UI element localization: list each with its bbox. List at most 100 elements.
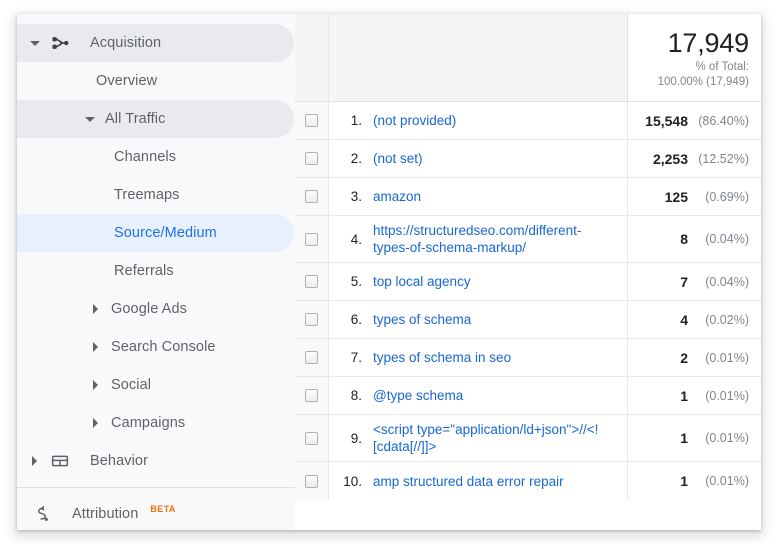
row-dimension-label: (not provided) [373, 112, 456, 129]
total-percent-line2: 100.00% (17,949) [658, 75, 749, 90]
row-index: 7. [329, 339, 371, 376]
row-checkbox-cell [295, 415, 329, 461]
row-metric-value: 4 [680, 312, 688, 328]
row-checkbox-cell [295, 178, 329, 215]
row-metric-percent: (0.04%) [695, 275, 749, 289]
table-row: 9.<script type="application/ld+json">//<… [295, 415, 761, 462]
row-checkbox[interactable] [305, 313, 318, 326]
chevron-down-icon[interactable] [85, 114, 95, 124]
row-index: 2. [329, 140, 371, 177]
row-dimension-link[interactable]: (not set) [371, 140, 627, 177]
row-dimension-link[interactable]: amp structured data error repair [371, 462, 627, 500]
row-dimension-label: types of schema in seo [373, 349, 511, 366]
row-metric-cell: 1(0.01%) [627, 415, 761, 461]
sidebar-item-behavior[interactable]: Behavior [17, 442, 294, 480]
sidebar-item-treemaps[interactable]: Treemaps [17, 176, 294, 214]
sidebar-divider [17, 487, 295, 488]
row-dimension-label: top local agency [373, 273, 471, 290]
row-dimension-link[interactable]: @type schema [371, 377, 627, 414]
row-checkbox-cell [295, 462, 329, 500]
sidebar-item-label: Referrals [114, 263, 174, 279]
row-checkbox[interactable] [305, 114, 318, 127]
row-checkbox[interactable] [305, 275, 318, 288]
table-row: 6.types of schema4(0.02%) [295, 301, 761, 339]
row-metric-percent: (0.69%) [695, 190, 749, 204]
total-percent-line1: % of Total: [658, 60, 749, 75]
sidebar: Acquisition Overview All Traffic Channels Tr… [17, 14, 295, 530]
sidebar-item-campaigns[interactable]: Campaigns [17, 404, 294, 442]
row-metric-value: 8 [680, 231, 688, 247]
sidebar-item-label: Google Ads [111, 301, 187, 317]
row-index: 10. [329, 462, 371, 500]
table-header-row: 17,949 % of Total: 100.00% (17,949) [295, 14, 761, 102]
chevron-right-icon[interactable] [91, 418, 101, 428]
chevron-right-icon[interactable] [91, 380, 101, 390]
row-checkbox[interactable] [305, 475, 318, 488]
chevron-right-icon[interactable] [30, 456, 40, 466]
row-metric-value: 15,548 [645, 113, 688, 129]
row-checkbox[interactable] [305, 432, 318, 445]
sidebar-item-social[interactable]: Social [17, 366, 294, 404]
sidebar-item-acquisition[interactable]: Acquisition [17, 24, 294, 62]
sidebar-item-search-console[interactable]: Search Console [17, 328, 294, 366]
header-dimension-cell [329, 14, 627, 101]
row-dimension-label: types of schema [373, 311, 471, 328]
row-dimension-link[interactable]: types of schema in seo [371, 339, 627, 376]
sidebar-item-label: Overview [96, 73, 157, 89]
row-checkbox-cell [295, 301, 329, 338]
sidebar-item-attribution[interactable]: AttributionBETA [17, 495, 294, 530]
table-body: 1.(not provided)15,548(86.40%)2.(not set… [295, 102, 761, 500]
row-checkbox[interactable] [305, 351, 318, 364]
row-metric-value: 125 [665, 189, 688, 205]
row-metric-cell: 4(0.02%) [627, 301, 761, 338]
sidebar-item-all-traffic[interactable]: All Traffic [17, 100, 294, 138]
row-metric-percent: (0.01%) [695, 431, 749, 445]
row-metric-percent: (0.04%) [695, 232, 749, 246]
row-checkbox-cell [295, 263, 329, 300]
sidebar-item-label: Treemaps [114, 187, 180, 203]
row-metric-value: 1 [680, 388, 688, 404]
row-checkbox-cell [295, 140, 329, 177]
row-dimension-link[interactable]: (not provided) [371, 102, 627, 139]
row-checkbox[interactable] [305, 152, 318, 165]
chevron-right-icon[interactable] [91, 304, 101, 314]
row-metric-value: 1 [680, 473, 688, 489]
sidebar-item-label: Behavior [90, 453, 148, 469]
sidebar-item-label: Acquisition [90, 35, 161, 51]
header-total-cell: 17,949 % of Total: 100.00% (17,949) [627, 14, 761, 101]
sidebar-item-channels[interactable]: Channels [17, 138, 294, 176]
row-dimension-link[interactable]: <script type="application/ld+json">//<![… [371, 415, 627, 461]
row-checkbox-cell [295, 102, 329, 139]
row-checkbox-cell [295, 377, 329, 414]
row-index: 5. [329, 263, 371, 300]
sidebar-item-label: Campaigns [111, 415, 185, 431]
row-dimension-label: @type schema [373, 387, 463, 404]
row-dimension-link[interactable]: https://structuredseo.com/different-type… [371, 216, 627, 262]
row-dimension-link[interactable]: amazon [371, 178, 627, 215]
sidebar-item-google-ads[interactable]: Google Ads [17, 290, 294, 328]
chevron-down-icon[interactable] [30, 38, 40, 48]
row-dimension-label: amazon [373, 188, 421, 205]
row-dimension-label: https://structuredseo.com/different-type… [373, 222, 617, 256]
sidebar-item-overview[interactable]: Overview [17, 62, 294, 100]
row-metric-percent: (12.52%) [695, 152, 749, 166]
attribution-icon [30, 502, 54, 526]
total-percent-label: % of Total: 100.00% (17,949) [658, 60, 749, 90]
chevron-right-icon[interactable] [91, 342, 101, 352]
row-metric-percent: (0.01%) [695, 474, 749, 488]
sidebar-item-source-medium[interactable]: Source/Medium [17, 214, 294, 252]
table-row: 3.amazon125(0.69%) [295, 178, 761, 216]
sidebar-item-referrals[interactable]: Referrals [17, 252, 294, 290]
row-checkbox-cell [295, 339, 329, 376]
row-dimension-link[interactable]: top local agency [371, 263, 627, 300]
table-row: 2.(not set) 2,253 (12.52%) [295, 140, 761, 178]
row-index: 9. [329, 415, 371, 461]
row-checkbox[interactable] [305, 190, 318, 203]
total-value: 17,949 [668, 28, 749, 58]
row-checkbox[interactable] [305, 389, 318, 402]
acquisition-icon [48, 31, 72, 55]
row-dimension-link[interactable]: types of schema [371, 301, 627, 338]
sidebar-item-label: Channels [114, 149, 176, 165]
row-metric-value: 2,253 [653, 151, 688, 167]
row-checkbox[interactable] [305, 233, 318, 246]
